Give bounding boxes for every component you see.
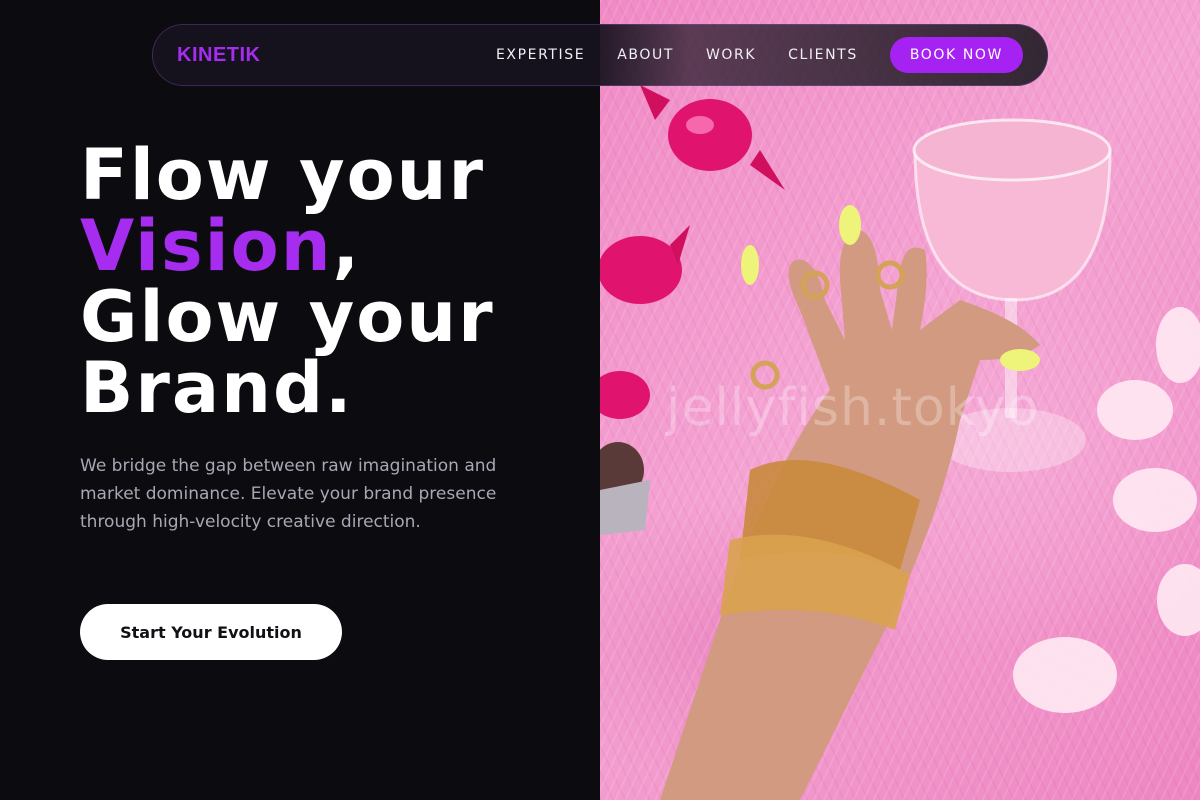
candy-wrapper-1 bbox=[640, 85, 785, 190]
headline-line-4: Brand. bbox=[80, 347, 354, 429]
rose-petals bbox=[1013, 307, 1200, 713]
brand-logo[interactable]: KINETIK bbox=[177, 44, 261, 67]
top-navbar: KINETIK EXPERTISE ABOUT WORK CLIENTS BOO… bbox=[152, 24, 1048, 86]
book-now-button[interactable]: BOOK NOW bbox=[889, 37, 1023, 73]
hero-image: jellyfish.tokyo bbox=[600, 0, 1200, 800]
nav-links: EXPERTISE ABOUT WORK CLIENTS bbox=[496, 47, 858, 63]
hero-headline: Flow your Vision, Glow your Brand. bbox=[80, 140, 495, 424]
headline-accent-word: Vision bbox=[80, 205, 333, 287]
headline-line-3: Glow your bbox=[80, 276, 495, 358]
headline-line-1: Flow your bbox=[80, 134, 486, 216]
image-watermark: jellyfish.tokyo bbox=[666, 378, 1040, 438]
start-evolution-button[interactable]: Start Your Evolution bbox=[80, 604, 342, 660]
chocolate-foil bbox=[600, 442, 650, 535]
candy-wrapper-3 bbox=[600, 371, 650, 419]
nav-link-about[interactable]: ABOUT bbox=[617, 47, 674, 63]
headline-comma: , bbox=[332, 205, 362, 287]
nav-link-expertise[interactable]: EXPERTISE bbox=[496, 47, 585, 63]
hero-description: We bridge the gap between raw imaginatio… bbox=[80, 456, 497, 532]
nav-link-clients[interactable]: CLIENTS bbox=[788, 47, 858, 63]
candy-wrapper-2 bbox=[600, 225, 690, 304]
nav-link-work[interactable]: WORK bbox=[706, 47, 756, 63]
